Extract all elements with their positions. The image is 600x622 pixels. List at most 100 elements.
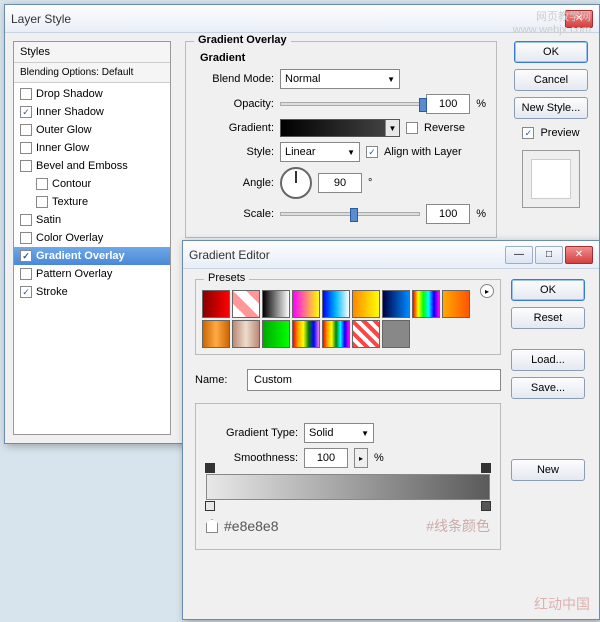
- preset-swatch[interactable]: [412, 290, 440, 318]
- preset-swatch[interactable]: [292, 290, 320, 318]
- style-item[interactable]: Contour: [14, 175, 170, 193]
- reverse-checkbox[interactable]: [406, 122, 418, 134]
- hex-right: #线条颜色: [426, 516, 490, 536]
- reset-button[interactable]: Reset: [511, 307, 585, 329]
- preset-swatch[interactable]: [352, 320, 380, 348]
- color-stop-left[interactable]: [205, 501, 215, 511]
- section-title: Gradient Overlay: [194, 34, 291, 46]
- style-checkbox[interactable]: [20, 250, 32, 262]
- style-dropdown[interactable]: Linear▼: [280, 142, 360, 162]
- smoothness-stepper[interactable]: ▸: [354, 448, 368, 468]
- save-button[interactable]: Save...: [511, 377, 585, 399]
- style-checkbox[interactable]: [36, 178, 48, 190]
- style-item[interactable]: Texture: [14, 193, 170, 211]
- minimize-button[interactable]: —: [505, 246, 533, 264]
- style-checkbox[interactable]: [20, 268, 32, 280]
- style-checkbox[interactable]: [20, 124, 32, 136]
- style-item[interactable]: Color Overlay: [14, 229, 170, 247]
- scale-slider[interactable]: [280, 212, 420, 216]
- reverse-label: Reverse: [424, 122, 465, 134]
- opacity-label: Opacity:: [196, 98, 274, 110]
- gradient-label: Gradient:: [196, 122, 274, 134]
- gradient-type-label: Gradient Type:: [206, 427, 298, 439]
- chevron-down-icon: ▼: [361, 429, 369, 438]
- scale-label: Scale:: [196, 208, 274, 220]
- gradient-editor-title: Gradient Editor: [189, 248, 270, 262]
- style-checkbox[interactable]: [20, 214, 32, 226]
- gradient-type-dropdown[interactable]: Solid▼: [304, 423, 374, 443]
- style-item[interactable]: Inner Glow: [14, 139, 170, 157]
- preview-label: Preview: [540, 127, 579, 139]
- layer-style-titlebar[interactable]: Layer Style ✕: [5, 5, 599, 33]
- ok-button[interactable]: OK: [511, 279, 585, 301]
- color-stop-right[interactable]: [481, 501, 491, 511]
- new-style-button[interactable]: New Style...: [514, 97, 588, 119]
- style-label: Drop Shadow: [36, 88, 103, 100]
- presets-menu-icon[interactable]: ▸: [480, 284, 494, 298]
- scale-value[interactable]: 100: [426, 204, 470, 224]
- style-checkbox[interactable]: [20, 106, 32, 118]
- preset-swatch[interactable]: [202, 320, 230, 348]
- style-checkbox[interactable]: [20, 88, 32, 100]
- blending-options[interactable]: Blending Options: Default: [14, 63, 170, 83]
- opacity-value[interactable]: 100: [426, 94, 470, 114]
- style-item[interactable]: Bevel and Emboss: [14, 157, 170, 175]
- style-checkbox[interactable]: [20, 142, 32, 154]
- style-label: Gradient Overlay: [36, 250, 125, 262]
- new-button[interactable]: New: [511, 459, 585, 481]
- preset-swatch[interactable]: [382, 290, 410, 318]
- preset-swatch[interactable]: [202, 290, 230, 318]
- preset-swatch[interactable]: [262, 290, 290, 318]
- style-checkbox[interactable]: [20, 160, 32, 172]
- name-label: Name:: [195, 374, 241, 386]
- smoothness-value[interactable]: 100: [304, 448, 348, 468]
- blend-mode-label: Blend Mode:: [196, 73, 274, 85]
- home-stop-icon[interactable]: [206, 519, 218, 533]
- opacity-stop-left[interactable]: [205, 463, 215, 473]
- align-checkbox[interactable]: [366, 146, 378, 158]
- gradient-editor-buttons: OK Reset Load... Save... New: [511, 279, 587, 609]
- gradient-swatch[interactable]: ▼: [280, 119, 400, 137]
- preview-checkbox[interactable]: [522, 127, 534, 139]
- preset-swatch[interactable]: [442, 290, 470, 318]
- blend-mode-dropdown[interactable]: Normal▼: [280, 69, 400, 89]
- angle-value[interactable]: 90: [318, 173, 362, 193]
- style-item[interactable]: Pattern Overlay: [14, 265, 170, 283]
- gradient-editor-titlebar[interactable]: Gradient Editor — □ ✕: [183, 241, 599, 269]
- preset-swatch[interactable]: [262, 320, 290, 348]
- styles-panel: Styles Blending Options: Default Drop Sh…: [13, 41, 171, 435]
- preview-box: [522, 150, 580, 208]
- style-label: Color Overlay: [36, 232, 103, 244]
- style-item[interactable]: Stroke: [14, 283, 170, 301]
- cancel-button[interactable]: Cancel: [514, 69, 588, 91]
- preset-swatch[interactable]: [292, 320, 320, 348]
- style-item[interactable]: Outer Glow: [14, 121, 170, 139]
- styles-header[interactable]: Styles: [14, 42, 170, 63]
- opacity-slider[interactable]: [280, 102, 420, 106]
- style-label: Stroke: [36, 286, 68, 298]
- preset-swatch[interactable]: [232, 290, 260, 318]
- style-checkbox[interactable]: [20, 232, 32, 244]
- watermark: 网页教学网www.webjx.com: [513, 11, 591, 37]
- style-label: Inner Shadow: [36, 106, 104, 118]
- ok-button[interactable]: OK: [514, 41, 588, 63]
- style-checkbox[interactable]: [20, 286, 32, 298]
- preset-swatch[interactable]: [322, 290, 350, 318]
- close-button[interactable]: ✕: [565, 246, 593, 264]
- style-item[interactable]: Inner Shadow: [14, 103, 170, 121]
- style-checkbox[interactable]: [36, 196, 48, 208]
- angle-dial[interactable]: [280, 167, 312, 199]
- maximize-button[interactable]: □: [535, 246, 563, 264]
- style-item[interactable]: Drop Shadow: [14, 85, 170, 103]
- name-input[interactable]: Custom: [247, 369, 501, 391]
- load-button[interactable]: Load...: [511, 349, 585, 371]
- preset-swatch[interactable]: [322, 320, 350, 348]
- opacity-stop-right[interactable]: [481, 463, 491, 473]
- style-item[interactable]: Satin: [14, 211, 170, 229]
- chevron-down-icon: ▼: [347, 148, 355, 157]
- preset-swatch[interactable]: [352, 290, 380, 318]
- preset-swatch[interactable]: [382, 320, 410, 348]
- gradient-bar[interactable]: [206, 474, 490, 500]
- style-item[interactable]: Gradient Overlay: [14, 247, 170, 265]
- preset-swatch[interactable]: [232, 320, 260, 348]
